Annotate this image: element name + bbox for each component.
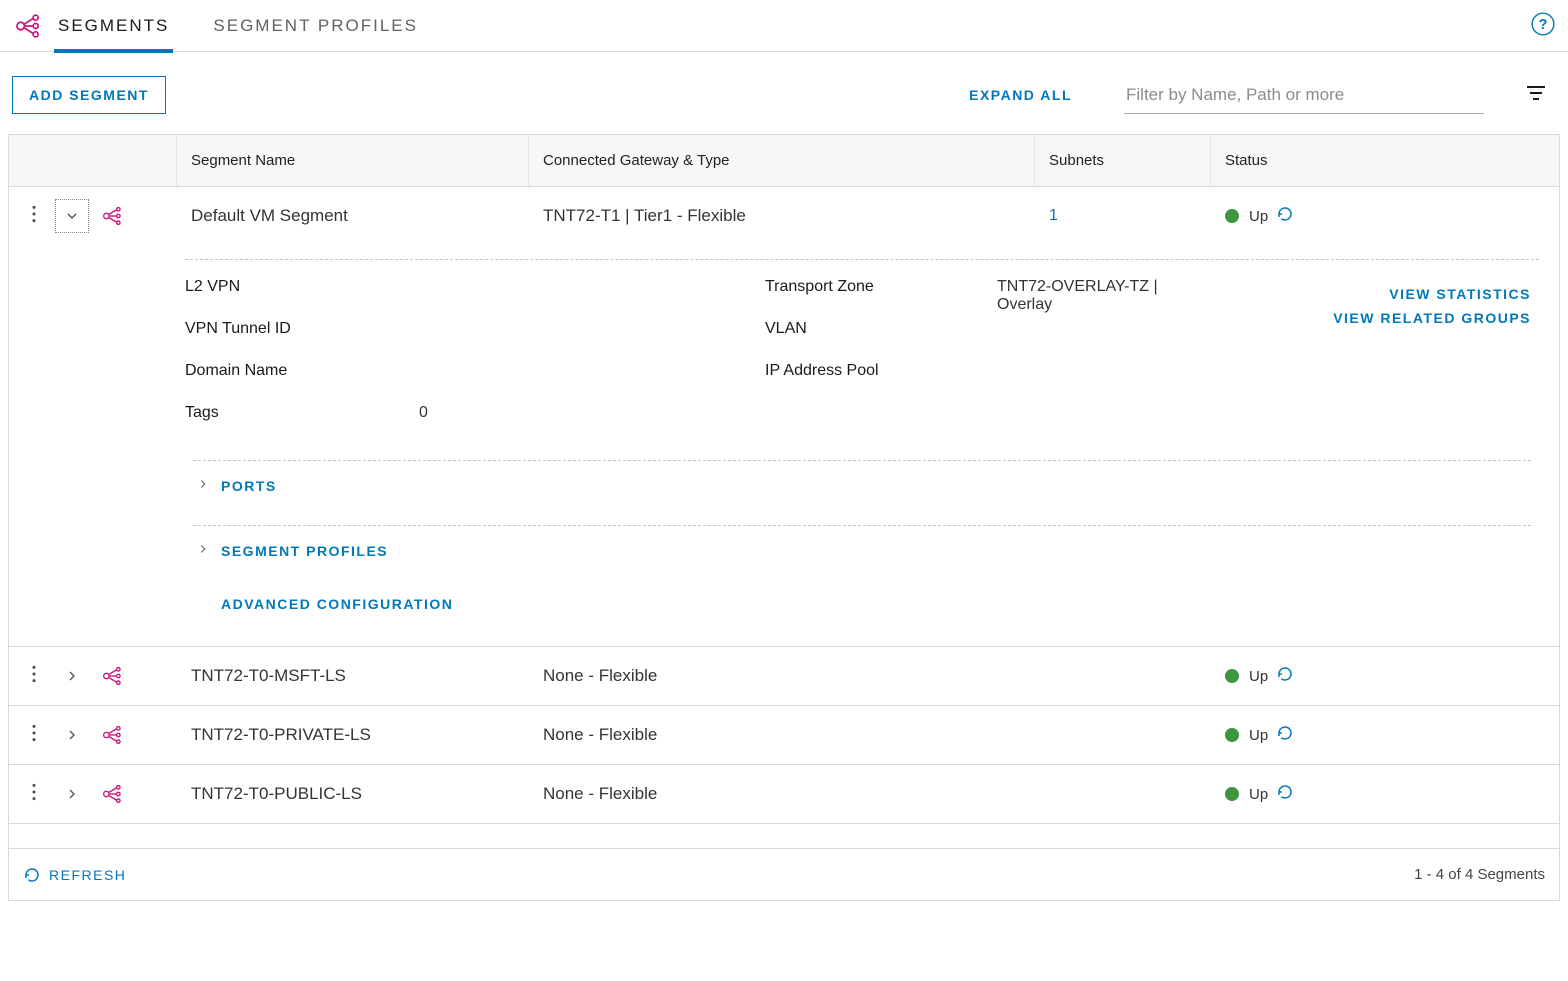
ports-link[interactable]: PORTS [221,478,277,494]
tags-value: 0 [419,404,428,422]
segment-icon [99,723,127,747]
row-menu-icon[interactable] [31,664,45,688]
toolbar: ADD SEGMENT EXPAND ALL [0,52,1568,134]
segment-name: TNT72-T0-MSFT-LS [191,666,346,686]
segments-table: Segment Name Connected Gateway & Type Su… [8,134,1560,901]
chevron-right-icon [64,786,80,802]
filter-settings-icon[interactable] [1524,81,1548,109]
row-counter: 1 - 4 of 4 Segments [1414,866,1545,883]
connected-gateway: None - Flexible [543,666,657,686]
transport-zone-value: TNT72-OVERLAY-TZ | Overlay [997,278,1187,314]
expand-all-button[interactable]: EXPAND ALL [969,87,1072,103]
row-menu-icon[interactable] [31,782,45,806]
header-status: Status [1211,135,1373,186]
tab-segments[interactable]: SEGMENTS [58,0,169,51]
view-related-groups-link[interactable]: VIEW RELATED GROUPS [1333,310,1531,326]
row-expand-toggle[interactable] [55,718,89,752]
segment-name: Default VM Segment [191,206,348,226]
row-menu-icon[interactable] [31,723,45,747]
row-expand-toggle[interactable] [55,777,89,811]
advanced-configuration-link[interactable]: ADVANCED CONFIGURATION [221,596,453,612]
status-dot-icon [1225,787,1239,801]
segment-icon [99,782,127,806]
view-statistics-link[interactable]: VIEW STATISTICS [1333,286,1531,302]
header-segment-name: Segment Name [177,135,529,186]
row-menu-icon[interactable] [31,204,45,228]
help-icon[interactable]: ? [1530,11,1556,41]
add-segment-button[interactable]: ADD SEGMENT [12,76,166,114]
segment-profiles-link[interactable]: SEGMENT PROFILES [221,543,388,559]
connected-gateway: None - Flexible [543,725,657,745]
connected-gateway: TNT72-T1 | Tier1 - Flexible [543,206,746,226]
row-expand-toggle[interactable] [55,659,89,693]
header-subnets: Subnets [1035,135,1211,186]
table-row: Default VM Segment TNT72-T1 | Tier1 - Fl… [9,187,1559,647]
status-text: Up [1249,786,1268,803]
tags-label: Tags [185,404,419,422]
row-expand-toggle[interactable] [55,199,89,233]
chevron-right-icon [196,477,210,491]
tabs-bar: SEGMENTS SEGMENT PROFILES ? [0,0,1568,52]
segment-name: TNT72-T0-PUBLIC-LS [191,784,362,804]
chevron-down-icon [64,208,80,224]
transport-zone-label: Transport Zone [765,278,997,296]
refresh-icon [23,866,41,884]
tab-segment-profiles[interactable]: SEGMENT PROFILES [213,0,418,51]
vlan-label: VLAN [765,320,997,338]
ip-address-pool-label: IP Address Pool [765,362,997,380]
segment-profiles-expand-toggle[interactable] [185,542,221,560]
segment-name: TNT72-T0-PRIVATE-LS [191,725,371,745]
refresh-label: REFRESH [49,867,126,883]
table-header-row: Segment Name Connected Gateway & Type Su… [9,135,1559,187]
chevron-right-icon [196,542,210,556]
segments-brand-icon [12,9,46,43]
table-row: TNT72-T0-PUBLIC-LS None - Flexible Up [9,765,1559,824]
table-row: TNT72-T0-MSFT-LS None - Flexible Up [9,647,1559,706]
status-refresh-icon[interactable] [1276,783,1294,805]
header-connected-gateway: Connected Gateway & Type [529,135,1035,186]
ports-expand-toggle[interactable] [185,477,221,495]
segment-icon [99,664,127,688]
table-row: TNT72-T0-PRIVATE-LS None - Flexible Up [9,706,1559,765]
connected-gateway: None - Flexible [543,784,657,804]
status-dot-icon [1225,209,1239,223]
svg-text:?: ? [1539,17,1548,33]
status-refresh-icon[interactable] [1276,724,1294,746]
l2vpn-label: L2 VPN [185,278,419,296]
domain-name-label: Domain Name [185,362,419,380]
status-refresh-icon[interactable] [1276,205,1294,227]
status-refresh-icon[interactable] [1276,665,1294,687]
segment-icon [99,204,127,228]
tab-list: SEGMENTS SEGMENT PROFILES [58,0,418,51]
chevron-right-icon [64,668,80,684]
table-footer: REFRESH 1 - 4 of 4 Segments [9,848,1559,900]
chevron-right-icon [64,727,80,743]
filter-input[interactable] [1124,77,1484,114]
status-text: Up [1249,668,1268,685]
status-text: Up [1249,727,1268,744]
status-text: Up [1249,208,1268,225]
row-details: L2 VPN VPN Tunnel ID Domain Name Tags 0 [9,259,1559,646]
vpn-tunnel-id-label: VPN Tunnel ID [185,320,419,338]
status-dot-icon [1225,728,1239,742]
status-dot-icon [1225,669,1239,683]
refresh-button[interactable]: REFRESH [23,866,126,884]
subnets-link[interactable]: 1 [1049,207,1058,225]
